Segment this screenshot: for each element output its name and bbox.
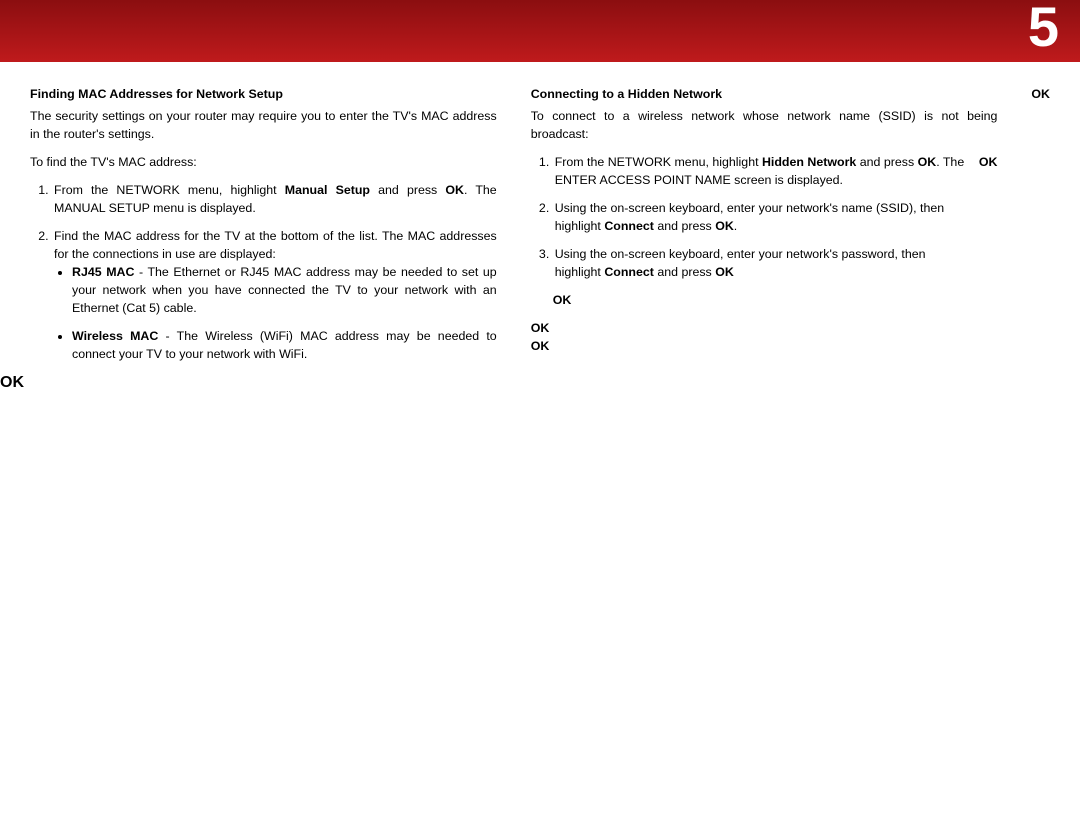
right-step-3: Using the on-screen keyboard, enter your… <box>553 246 967 282</box>
right-heading: Connecting to a Hidden Network <box>531 86 998 104</box>
chapter-bar: 5 <box>0 0 1080 62</box>
mac-bullets: RJ45 MAC - The Ethernet or RJ45 MAC addr… <box>54 264 497 364</box>
right-step-list: From the NETWORK menu, highlight Hidden … <box>531 154 967 310</box>
left-step-2: Find the MAC address for the TV at the b… <box>52 228 497 364</box>
chapter-number: 5 <box>1028 0 1060 59</box>
right-column: Connecting to a Hidden Network To connec… <box>531 86 998 374</box>
right-intro: To connect to a wireless network whose n… <box>531 108 998 144</box>
wireless-bullet: Wireless MAC - The Wireless (WiFi) MAC a… <box>72 328 497 364</box>
content-columns: Finding MAC Addresses for Network Setup … <box>0 62 1080 374</box>
left-heading: Finding MAC Addresses for Network Setup <box>30 86 497 104</box>
hidden-network-row: From the NETWORK menu, highlight Hidden … <box>531 154 998 338</box>
left-step-list: From the NETWORK menu, highlight Manual … <box>30 182 497 364</box>
left-intro: The security settings on your router may… <box>30 108 497 144</box>
right-step-1: From the NETWORK menu, highlight Hidden … <box>553 154 967 190</box>
rj45-bullet: RJ45 MAC - The Ethernet or RJ45 MAC addr… <box>72 264 497 318</box>
left-find-lead: To find the TV's MAC address: <box>30 154 497 172</box>
left-step-1: From the NETWORK menu, highlight Manual … <box>52 182 497 218</box>
hidden-network-steps: From the NETWORK menu, highlight Hidden … <box>531 154 967 338</box>
left-column: Finding MAC Addresses for Network Setup … <box>30 86 497 374</box>
right-step-2: Using the on-screen keyboard, enter your… <box>553 200 967 236</box>
